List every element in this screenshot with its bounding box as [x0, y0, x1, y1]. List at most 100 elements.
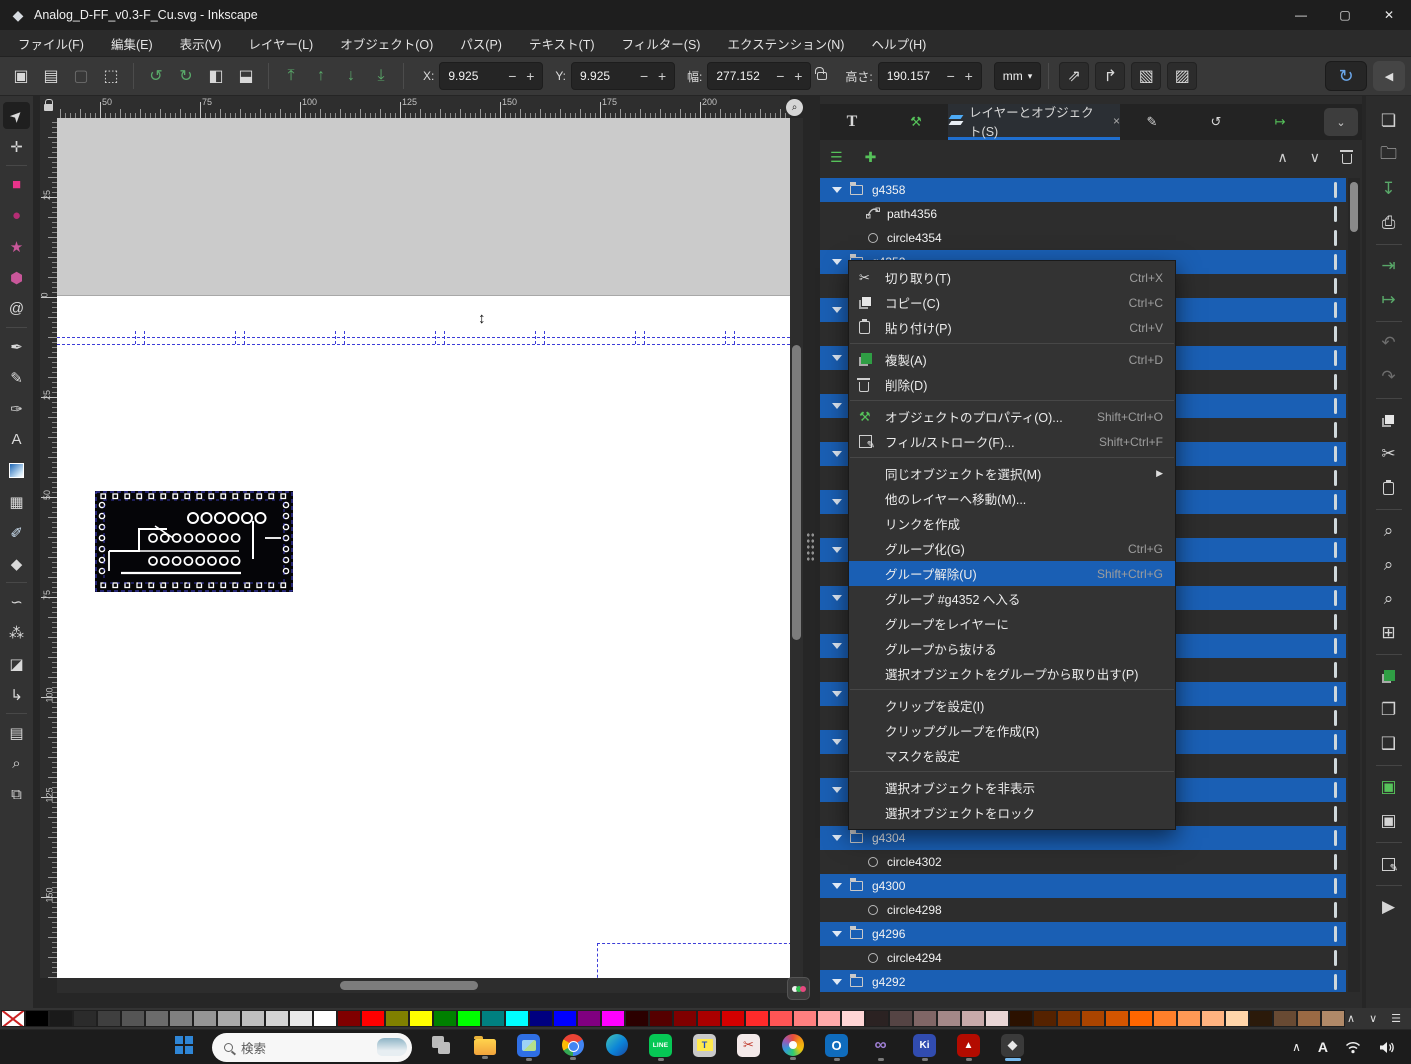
row-drag-handle[interactable] [1334, 182, 1337, 198]
row-drag-handle[interactable] [1334, 662, 1337, 678]
scale-gradient-toggle[interactable]: ▧ [1131, 62, 1161, 90]
row-g4292[interactable]: g4292 [820, 970, 1346, 992]
dropper-tool[interactable]: ✐ [3, 519, 30, 546]
tab-undo-history[interactable]: ↺ [1184, 104, 1248, 140]
swatch-48[interactable] [1153, 1010, 1177, 1027]
row-drag-handle[interactable] [1334, 854, 1337, 870]
tray-chevron[interactable]: ∧ [1292, 1040, 1301, 1054]
swatch-41[interactable] [985, 1010, 1009, 1027]
row-drag-handle[interactable] [1334, 590, 1337, 606]
menu-item-hide-selected[interactable]: 選択オブジェクトを非表示 [849, 775, 1175, 800]
swatch-15[interactable] [361, 1010, 385, 1027]
fill-stroke-dialog-icon[interactable] [1374, 849, 1404, 879]
menu-6[interactable]: テキスト(T) [529, 34, 595, 53]
height-field-input[interactable]: 190.157−+ [878, 62, 982, 90]
more-commands-icon[interactable]: ▶ [1374, 892, 1404, 922]
unlink-clone-icon[interactable]: ❑ [1374, 729, 1404, 759]
palette-scroll-down[interactable]: ∨ [1369, 1012, 1377, 1025]
swatch-53[interactable] [1273, 1010, 1297, 1027]
rotate-ccw-icon[interactable]: ↺ [141, 62, 171, 90]
row-drag-handle[interactable] [1334, 758, 1337, 774]
menu-item-enter-group[interactable]: グループ #g4352 へ入る [849, 586, 1175, 611]
task-view-button[interactable] [425, 1036, 456, 1058]
swatch-4[interactable] [97, 1010, 121, 1027]
color-managed-display-button[interactable] [787, 977, 810, 1000]
redo-icon[interactable]: ↷ [1374, 362, 1404, 392]
explorer-app[interactable] [469, 1035, 500, 1059]
menu-4[interactable]: オブジェクト(O) [340, 34, 433, 53]
hscroll-thumb[interactable] [340, 981, 478, 990]
save-icon[interactable]: ↧ [1374, 174, 1404, 204]
swatch-29[interactable] [697, 1010, 721, 1027]
row-drag-handle[interactable] [1334, 830, 1337, 846]
expander-icon[interactable] [832, 691, 842, 697]
row-path4356[interactable]: path4356 [820, 202, 1346, 226]
swatch-1[interactable] [25, 1010, 49, 1027]
import-icon[interactable]: ⇥ [1374, 251, 1404, 281]
menu-item-fill-stroke[interactable]: フィル/ストローク(F)...Shift+Ctrl+F [849, 429, 1175, 454]
paint-app[interactable] [777, 1034, 808, 1060]
menu-item-duplicate[interactable]: 複製(A)Ctrl+D [849, 347, 1175, 372]
row-drag-handle[interactable] [1334, 878, 1337, 894]
menu-item-delete[interactable]: 削除(D) [849, 372, 1175, 397]
row-drag-handle[interactable] [1334, 254, 1337, 270]
swatch-25[interactable] [601, 1010, 625, 1027]
layers-stack-button[interactable]: ☰ [830, 149, 843, 166]
inkscape-app[interactable]: ◆ [997, 1034, 1028, 1061]
snap-toggle-button[interactable]: ↻ [1325, 61, 1367, 91]
line-app[interactable]: LINE [645, 1034, 676, 1061]
canvas[interactable]: ↕ [57, 118, 790, 978]
swatch-37[interactable] [889, 1010, 913, 1027]
delete-layer-button[interactable] [1342, 154, 1352, 164]
row-drag-handle[interactable] [1334, 422, 1337, 438]
palette-menu[interactable]: ☰ [1391, 1012, 1401, 1025]
kicad-app[interactable]: Ki [909, 1034, 940, 1061]
swatch-10[interactable] [241, 1010, 265, 1027]
swatch-8[interactable] [193, 1010, 217, 1027]
row-drag-handle[interactable] [1334, 398, 1337, 414]
menu-item-create-link[interactable]: リンクを作成 [849, 511, 1175, 536]
text-tool[interactable]: A [3, 426, 30, 453]
clone-icon[interactable]: ❐ [1374, 695, 1404, 725]
row-drag-handle[interactable] [1334, 326, 1337, 342]
expander-icon[interactable] [832, 187, 842, 193]
zoom-drawing-icon[interactable]: ⌕ [1374, 550, 1404, 580]
menu-item-paste[interactable]: 貼り付け(P)Ctrl+V [849, 315, 1175, 340]
menu-5[interactable]: パス(P) [460, 34, 502, 53]
vscroll-thumb[interactable] [792, 345, 801, 640]
menu-item-pop-from-group[interactable]: 選択オブジェクトをグループから取り出す(P) [849, 661, 1175, 686]
row-circle4294[interactable]: circle4294 [820, 946, 1346, 970]
expander-icon[interactable] [832, 979, 842, 985]
eraser-tool[interactable]: ◪ [3, 650, 30, 677]
pages-tool[interactable]: ⧉ [3, 781, 30, 808]
expander-icon[interactable] [832, 787, 842, 793]
ungroup-icon[interactable]: ▣ [1374, 806, 1404, 836]
row-circle4354[interactable]: circle4354 [820, 226, 1346, 250]
menu-7[interactable]: フィルター(S) [622, 34, 701, 53]
print-icon[interactable]: ⎙ [1374, 208, 1404, 238]
menu-1[interactable]: 編集(E) [111, 34, 153, 53]
swatch-46[interactable] [1105, 1010, 1129, 1027]
pcb-copper-image[interactable] [95, 491, 293, 592]
increment-icon[interactable]: + [790, 68, 806, 84]
quick-zoom-icon[interactable]: ⌕ [786, 99, 803, 116]
tweak-tool[interactable]: ∽ [3, 588, 30, 615]
menu-item-ungroup[interactable]: グループ解除(U)Shift+Ctrl+G [849, 561, 1175, 586]
tab-export[interactable]: ↦ [1248, 104, 1312, 140]
tab-text-font[interactable]: T [820, 104, 884, 140]
move-down-button[interactable]: ∨ [1310, 149, 1320, 166]
swatch-52[interactable] [1249, 1010, 1273, 1027]
swatch-7[interactable] [169, 1010, 193, 1027]
lower-icon[interactable]: ↓ [336, 62, 366, 90]
scale-corners-toggle[interactable]: ↱ [1095, 62, 1125, 90]
volume-icon[interactable] [1378, 1041, 1395, 1054]
menu-item-object-properties[interactable]: ⚒オブジェクトのプロパティ(O)...Shift+Ctrl+O [849, 404, 1175, 429]
expander-icon[interactable] [832, 643, 842, 649]
outlook-app[interactable]: O [821, 1034, 852, 1061]
swatch-35[interactable] [841, 1010, 865, 1027]
wifi-icon[interactable] [1345, 1041, 1361, 1054]
y-field-input[interactable]: 9.925−+ [571, 62, 675, 90]
selector-tool[interactable]: ➤ [3, 102, 30, 129]
calligraphy-tool[interactable]: ✑ [3, 395, 30, 422]
menu-2[interactable]: 表示(V) [180, 34, 222, 53]
